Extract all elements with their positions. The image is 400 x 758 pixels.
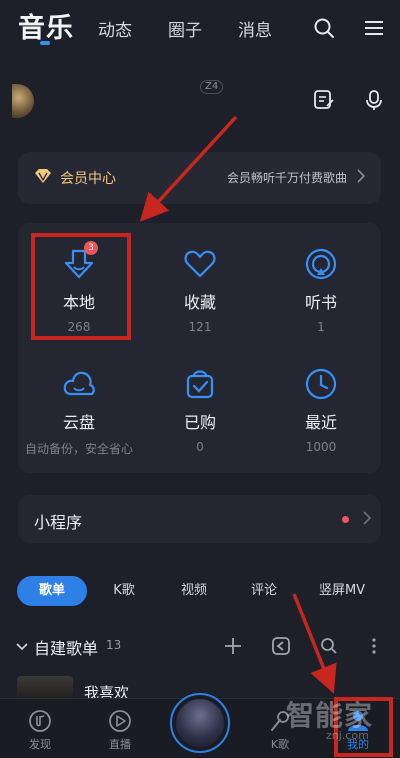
vip-center-banner[interactable]: 会员中心 会员畅听千万付费歌曲 — [18, 152, 381, 204]
playlist-section-title[interactable]: 自建歌单 — [34, 635, 98, 659]
library-purchased[interactable]: 已购 0 — [140, 367, 260, 454]
chevron-right-icon — [357, 168, 366, 187]
playlist-cover — [17, 676, 73, 700]
new-download-badge: 3 — [84, 241, 98, 255]
library-audiobooks[interactable]: 听书 1 — [261, 247, 381, 334]
avatar[interactable] — [12, 84, 34, 118]
clock-icon — [304, 367, 338, 401]
audiobook-icon — [304, 247, 338, 281]
more-vertical-icon[interactable] — [366, 635, 382, 657]
search-icon[interactable] — [312, 16, 336, 40]
vip-promo-text: 会员畅听千万付费歌曲 — [226, 171, 347, 185]
nav-live[interactable]: 直播 — [90, 709, 150, 752]
nav-label: 发现 — [29, 738, 51, 751]
nav-discover[interactable]: 发现 — [10, 709, 70, 752]
live-play-icon — [107, 709, 133, 733]
tab-videos[interactable]: 视频 — [166, 576, 222, 606]
now-playing-cover — [176, 699, 224, 747]
library-favorites[interactable]: 收藏 121 — [140, 247, 260, 334]
mini-programs-title: 小程序 — [34, 513, 83, 532]
library-recent[interactable]: 最近 1000 — [261, 367, 381, 454]
import-icon[interactable] — [270, 635, 292, 657]
mini-programs-row[interactable]: 小程序 — [18, 495, 381, 543]
playlist-header: 自建歌单 13 — [0, 632, 400, 662]
tab-messages[interactable]: 消息 — [238, 16, 272, 41]
cloud-icon — [62, 367, 96, 401]
diamond-icon — [34, 168, 52, 188]
library-count: 1 — [317, 320, 325, 334]
now-playing-disc[interactable] — [170, 693, 230, 753]
tab-karaoke[interactable]: K歌 — [96, 576, 152, 606]
library-label: 云盘 — [62, 413, 95, 432]
voice-mic-icon[interactable] — [362, 88, 386, 112]
library-count: 1000 — [305, 440, 337, 454]
add-icon[interactable] — [222, 635, 244, 657]
download-icon: 3 — [62, 241, 98, 281]
edit-note-icon[interactable] — [312, 88, 336, 112]
library-cloud[interactable]: 云盘 自动备份，安全省心 — [19, 367, 139, 457]
nav-label: K歌 — [270, 738, 290, 751]
notification-dot — [342, 516, 349, 523]
chevron-down-icon[interactable] — [14, 639, 30, 655]
menu-icon[interactable] — [362, 16, 386, 40]
content-tabs: 歌单 K歌 视频 评论 竖屏MV — [0, 576, 400, 608]
library-label: 最近 — [304, 413, 337, 432]
vip-title: 会员中心 — [60, 171, 116, 187]
library-label: 听书 — [304, 293, 337, 312]
watermark-url: znj.com — [326, 729, 369, 742]
library-local[interactable]: 3 本地 268 — [19, 241, 139, 334]
tab-feed[interactable]: 动态 — [98, 16, 132, 41]
purchased-bag-icon — [183, 367, 217, 401]
library-label: 本地 — [62, 293, 95, 312]
library-count: 268 — [67, 320, 91, 334]
playlist-count: 13 — [106, 638, 122, 652]
library-count: 0 — [196, 440, 204, 454]
library-count: 121 — [188, 320, 212, 334]
level-badge: Z4 — [200, 80, 224, 94]
nav-label: 直播 — [109, 738, 131, 751]
tab-comments[interactable]: 评论 — [236, 576, 292, 606]
tab-vertical-mv[interactable]: 竖屏MV — [306, 576, 378, 606]
library-subtitle: 自动备份，安全省心 — [24, 442, 133, 456]
discover-icon — [27, 709, 53, 733]
tab-playlists[interactable]: 歌单 — [17, 576, 87, 606]
tab-circles[interactable]: 圈子 — [168, 16, 202, 41]
chevron-right-icon — [363, 510, 372, 529]
search-icon[interactable] — [318, 635, 340, 657]
heart-icon — [183, 247, 217, 281]
tab-music[interactable]: 音乐 — [18, 6, 74, 45]
library-label: 已购 — [183, 413, 216, 432]
watermark: 智能家 — [286, 699, 374, 732]
active-tab-indicator — [40, 41, 50, 45]
top-bar: 音乐 动态 圈子 消息 — [0, 0, 400, 56]
library-label: 收藏 — [183, 293, 216, 312]
